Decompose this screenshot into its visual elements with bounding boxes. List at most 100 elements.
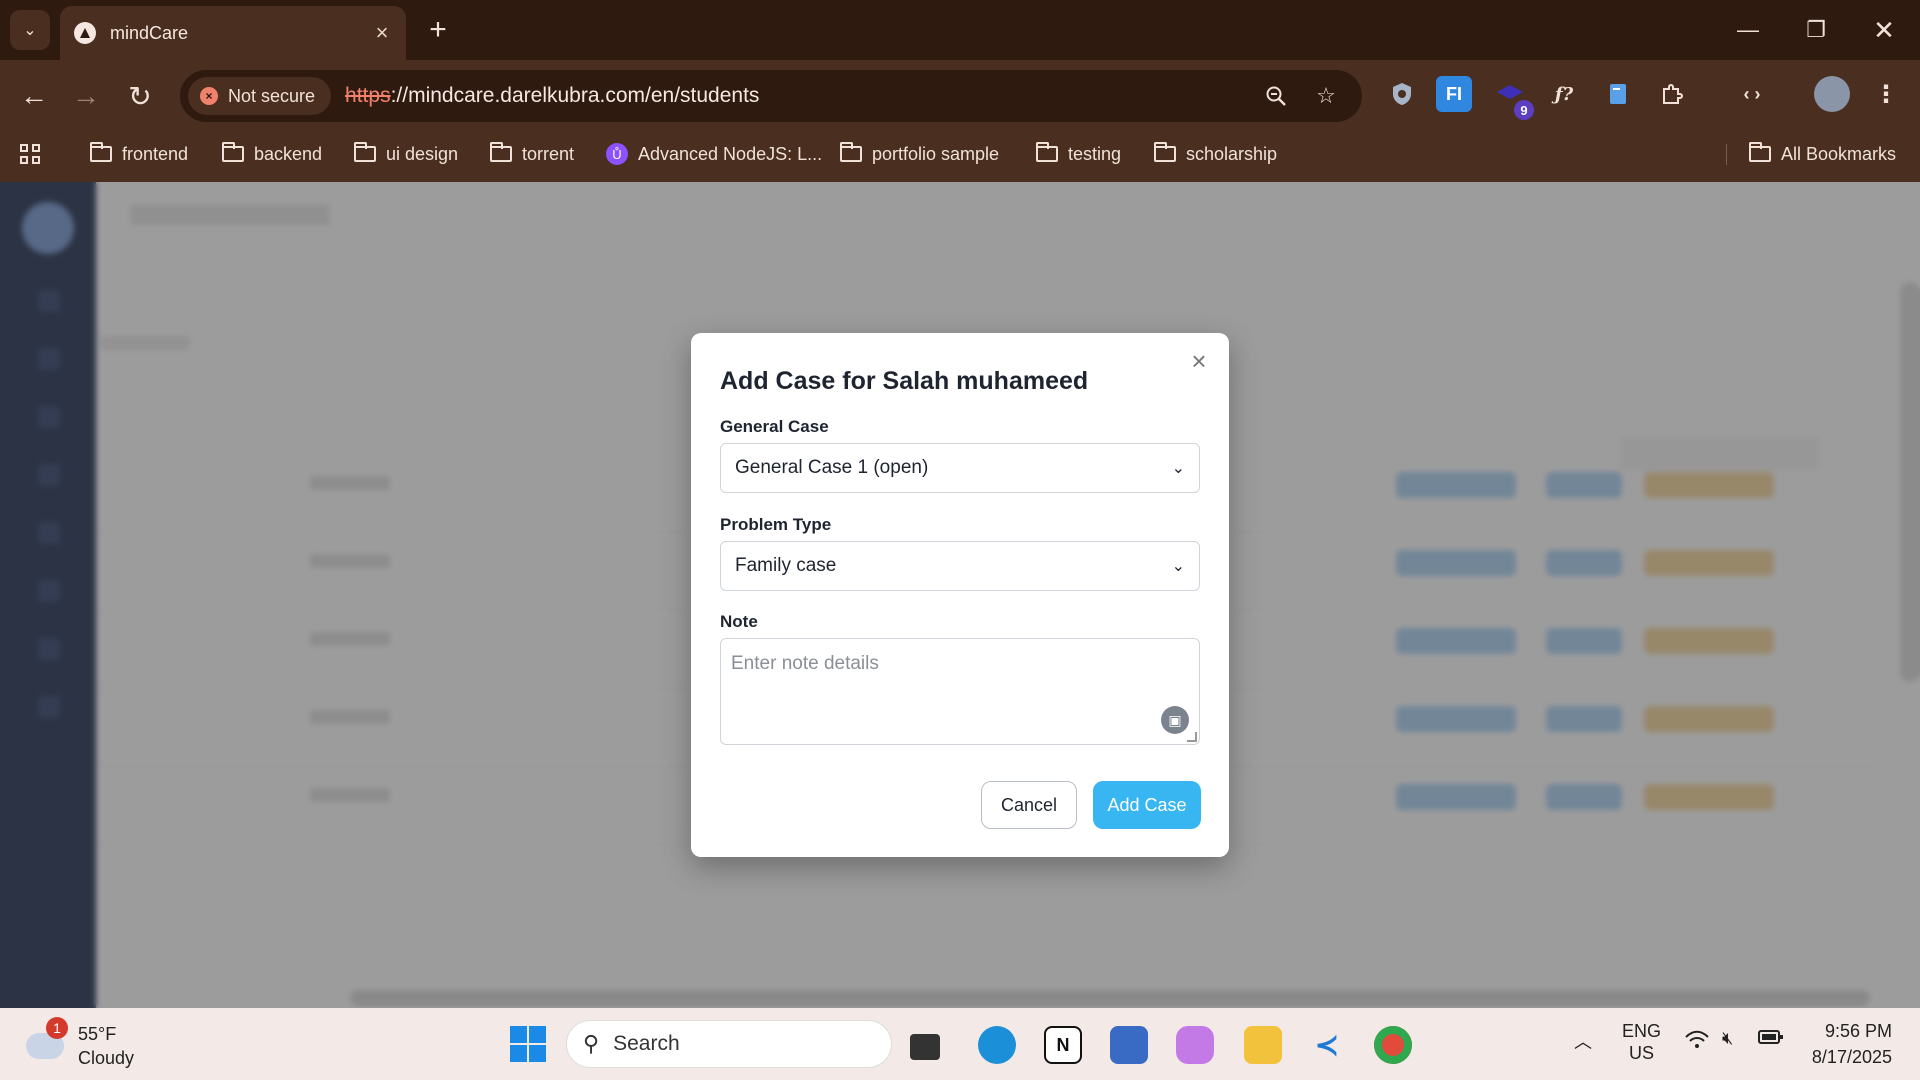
all-bookmarks-label: All Bookmarks <box>1781 143 1897 164</box>
apps-grid-icon[interactable] <box>20 144 40 164</box>
url-text[interactable]: https://mindcare.darelkubra.com/en/stude… <box>345 84 759 108</box>
battery-icon[interactable] <box>1758 1028 1784 1051</box>
wifi-icon[interactable] <box>1684 1030 1710 1055</box>
cancel-button[interactable]: Cancel <box>981 781 1077 829</box>
weather-widget[interactable]: 1 55°F Cloudy <box>26 1017 135 1070</box>
weather-desc: Cloudy <box>78 1048 135 1068</box>
assistant-bot-icon[interactable]: ▣ <box>1161 706 1189 734</box>
search-label: Search <box>613 1032 680 1055</box>
language-indicator[interactable]: ENG US <box>1622 1020 1661 1064</box>
folder-icon <box>840 142 862 162</box>
chevron-up-icon[interactable]: ︿ <box>1574 1028 1592 1054</box>
reload-icon[interactable]: ↻ <box>120 76 160 116</box>
bookmark-star-icon[interactable]: ☆ <box>1310 80 1342 112</box>
file-explorer-dark-icon[interactable] <box>910 1034 940 1060</box>
folder-app-icon[interactable] <box>1244 1026 1282 1064</box>
browser-tab[interactable]: mindCare × <box>60 6 406 60</box>
devtools-code-icon[interactable]: ‹ › <box>1734 76 1770 112</box>
dialog-title: Add Case for Salah muhameed <box>720 367 1089 395</box>
site-favicon-icon <box>74 22 96 44</box>
browser-menu-icon[interactable]: ⋮ <box>1868 76 1904 112</box>
resize-handle-icon[interactable] <box>1187 732 1197 742</box>
tab-close-icon[interactable]: × <box>368 19 396 47</box>
taskbar-search[interactable]: ⚲ Search <box>566 1020 892 1068</box>
problem-type-select[interactable]: Family case ⌄ <box>720 541 1200 591</box>
clock-date: 8/17/2025 <box>1811 1047 1892 1067</box>
security-label: Not secure <box>228 85 316 106</box>
tab-search-chevron-icon[interactable]: ⌄ <box>10 10 50 50</box>
volume-muted-icon[interactable]: 🔇︎ <box>1722 1028 1733 1049</box>
add-case-button[interactable]: Add Case <box>1093 781 1201 829</box>
bookmark-scholarship[interactable]: scholarship <box>1154 142 1278 165</box>
new-tab-icon[interactable]: + <box>420 12 456 48</box>
bookmark-torrent[interactable]: torrent <box>490 142 575 165</box>
bookmark-advanced-nodejs[interactable]: Ů Advanced NodeJS: L... <box>606 143 822 165</box>
bookmark-label: ui design <box>386 143 459 164</box>
bookmark-backend[interactable]: backend <box>222 142 322 165</box>
vscode-icon[interactable]: ≺ <box>1308 1026 1346 1064</box>
zoom-icon[interactable] <box>1260 80 1292 112</box>
clock-time: 9:56 PM <box>1824 1021 1892 1041</box>
problem-type-value: Family case <box>735 555 837 576</box>
url-path: ://mindcare.darelkubra.com/en/students <box>390 84 760 107</box>
general-case-value: General Case 1 (open) <box>735 457 929 478</box>
graduation-extension-icon[interactable]: 9 <box>1492 76 1534 120</box>
address-bar[interactable]: × Not secure https://mindcare.darelkubra… <box>180 70 1362 122</box>
folder-icon <box>222 142 244 162</box>
bookmark-label: scholarship <box>1186 143 1278 164</box>
minimize-icon[interactable]: — <box>1714 0 1782 60</box>
folder-icon <box>1036 142 1058 162</box>
profile-avatar[interactable] <box>1814 76 1850 112</box>
note-placeholder: Enter note details <box>731 653 879 674</box>
lang-primary: ENG <box>1622 1021 1662 1041</box>
bookmark-label: torrent <box>522 143 575 164</box>
add-case-dialog: × Add Case for Salah muhameed General Ca… <box>691 333 1229 857</box>
bookmark-testing[interactable]: testing <box>1036 142 1122 165</box>
close-icon[interactable]: × <box>1183 345 1215 377</box>
bookmark-label: testing <box>1068 143 1122 164</box>
url-scheme: https <box>345 84 391 107</box>
extension-badge: 9 <box>1514 100 1534 120</box>
chrome-icon[interactable] <box>1374 1026 1412 1064</box>
extensions-puzzle-icon[interactable] <box>1654 76 1690 112</box>
system-clock[interactable]: 9:56 PM 8/17/2025 <box>1812 1018 1892 1070</box>
window-close-icon[interactable]: ✕ <box>1850 0 1918 60</box>
chevron-down-icon: ⌄ <box>1171 558 1185 575</box>
folder-icon <box>354 142 376 162</box>
copilot-icon[interactable] <box>1176 1026 1214 1064</box>
general-case-select[interactable]: General Case 1 (open) ⌄ <box>720 443 1200 493</box>
windows-start-icon[interactable] <box>510 1026 546 1062</box>
bookmark-ui-design[interactable]: ui design <box>354 142 459 165</box>
tab-strip: ⌄ mindCare × + — ❐ ✕ <box>0 0 1920 60</box>
docs-extension-icon[interactable] <box>1600 76 1636 112</box>
forward-icon[interactable]: → <box>66 76 106 116</box>
bookmark-label: frontend <box>122 143 189 164</box>
general-case-label: General Case <box>720 417 829 436</box>
network-app-icon[interactable] <box>1110 1026 1148 1064</box>
bookmark-label: portfolio sample <box>872 143 1000 164</box>
restore-icon[interactable]: ❐ <box>1782 0 1850 60</box>
bookmark-frontend[interactable]: frontend <box>90 142 189 165</box>
bookmark-label: Advanced NodeJS: L... <box>638 143 823 164</box>
lang-secondary: US <box>1629 1043 1655 1063</box>
fi-extension-icon[interactable]: FI <box>1436 76 1472 112</box>
security-chip[interactable]: × Not secure <box>188 77 332 115</box>
folder-icon <box>490 142 512 162</box>
bookmarks-bar: frontend backend ui design torrent Ů Adva… <box>0 126 1920 182</box>
note-label: Note <box>720 612 758 631</box>
weather-badge: 1 <box>46 1017 68 1039</box>
edge-browser-icon[interactable] <box>978 1026 1016 1064</box>
cloud-icon: 1 <box>26 1017 68 1059</box>
notion-icon[interactable]: N <box>1044 1026 1082 1064</box>
chevron-down-icon: ⌄ <box>1171 460 1185 477</box>
back-icon[interactable]: ← <box>14 76 54 116</box>
all-bookmarks[interactable]: All Bookmarks <box>1726 142 1897 165</box>
udemy-icon: Ů <box>606 143 628 165</box>
search-icon: ⚲ <box>583 1031 600 1056</box>
bookmark-portfolio-sample[interactable]: portfolio sample <box>840 142 1000 165</box>
not-secure-icon: × <box>200 87 218 105</box>
shield-extension-icon[interactable] <box>1384 76 1420 112</box>
note-textarea[interactable]: Enter note details ▣ <box>720 638 1200 745</box>
folder-icon <box>90 142 112 162</box>
formula-extension-icon[interactable]: ƒ? <box>1546 76 1582 112</box>
